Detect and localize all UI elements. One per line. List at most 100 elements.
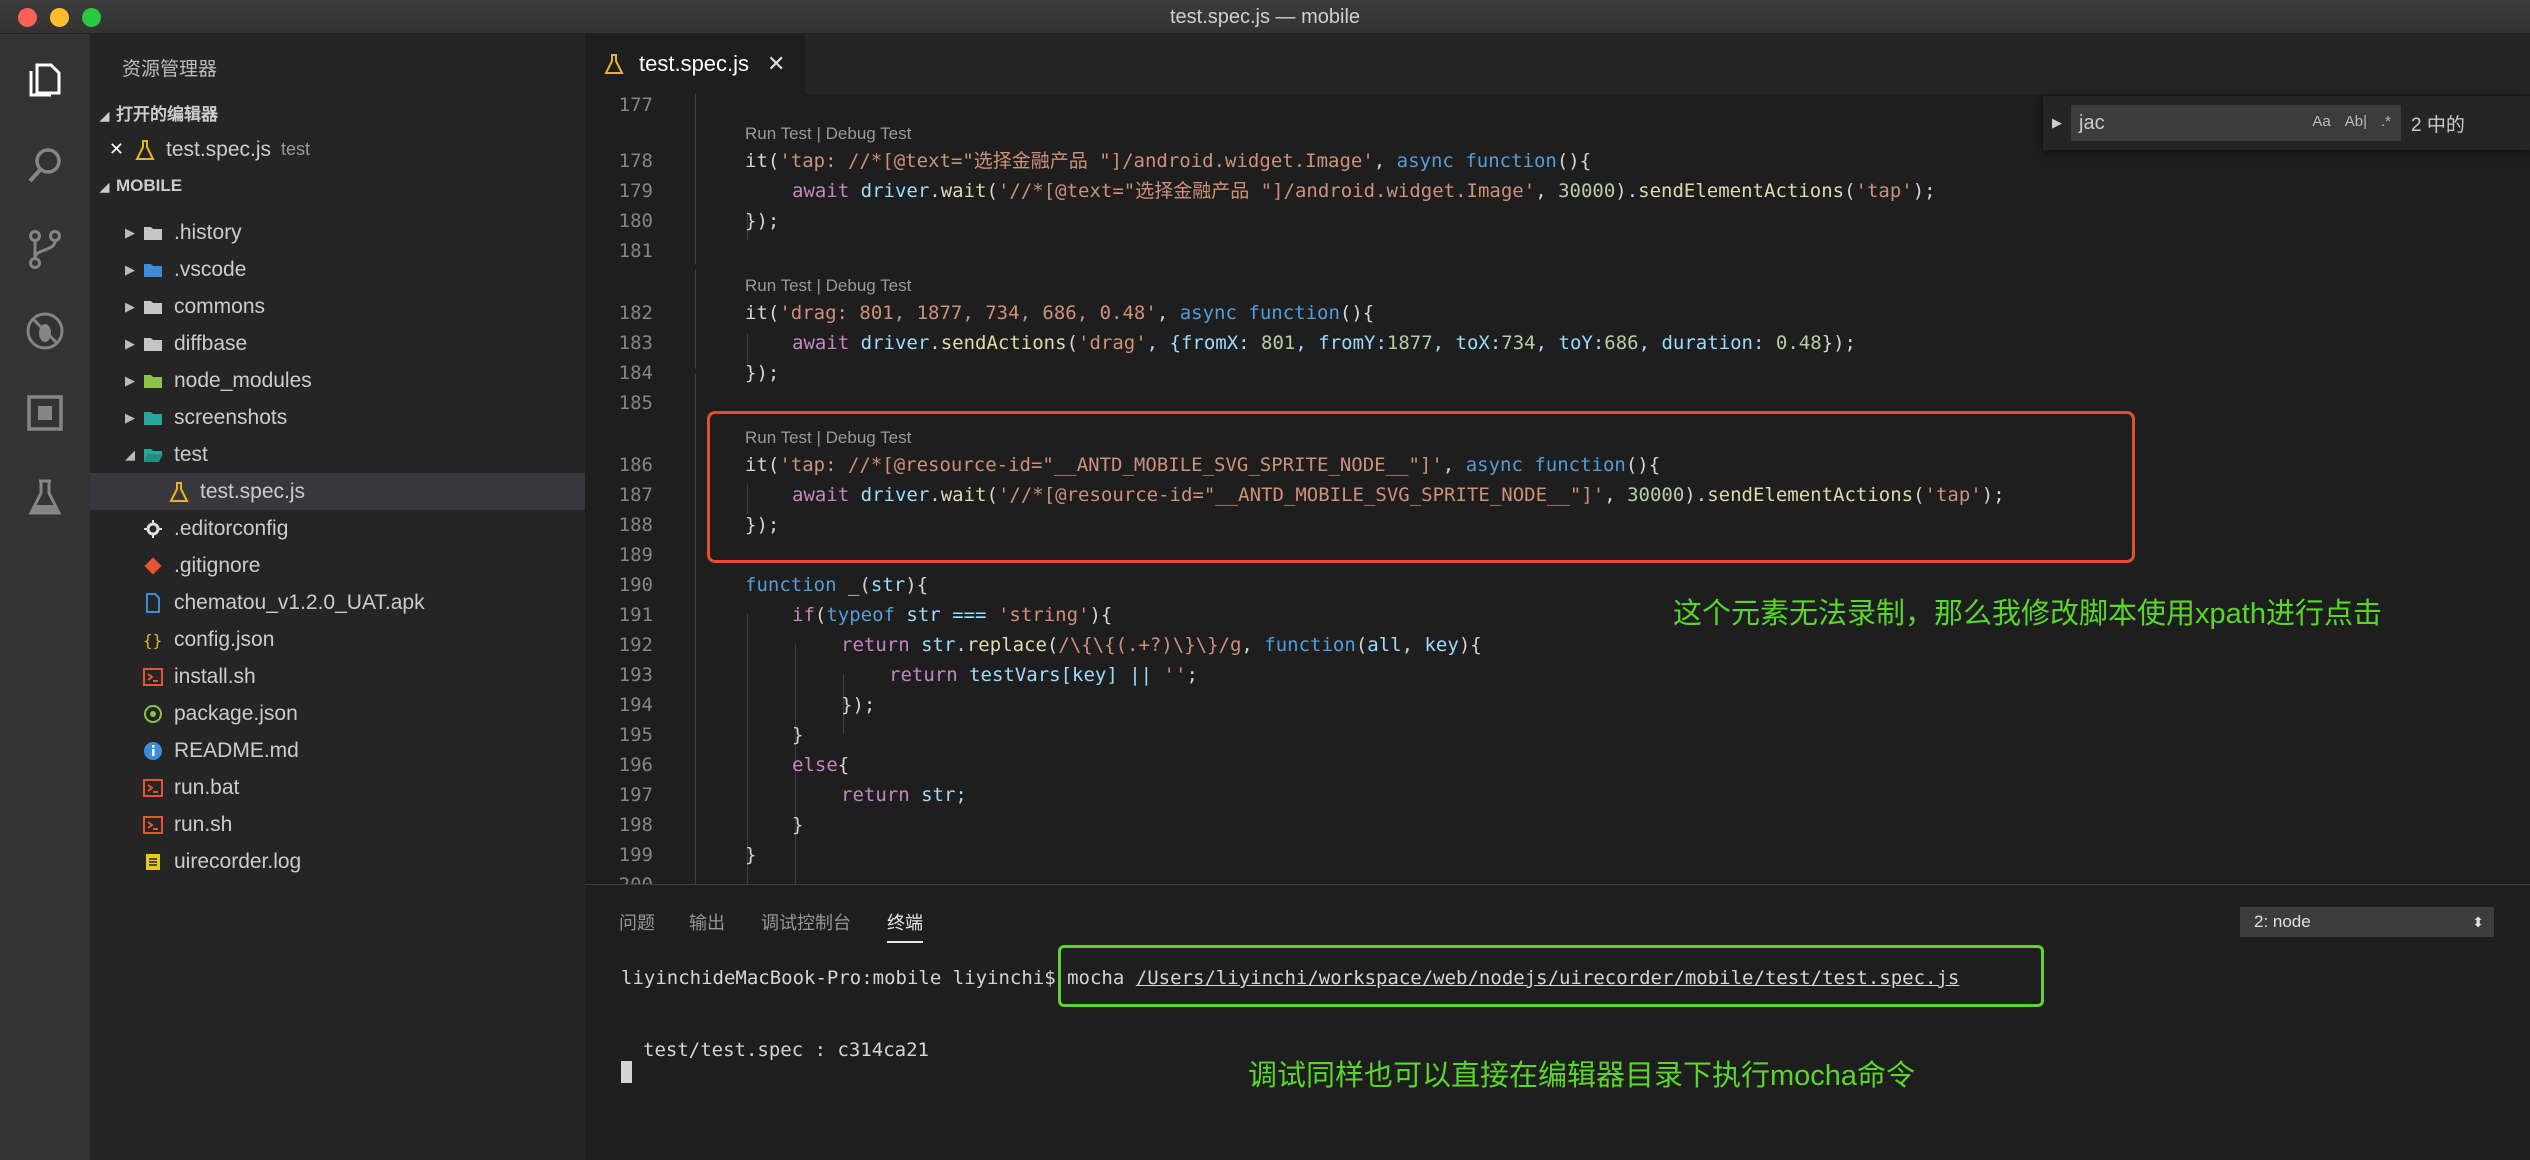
tree-item-vscode[interactable]: ▶ .vscode — [90, 251, 585, 288]
tree-item-package-json[interactable]: package.json — [90, 695, 585, 732]
flask-file-icon — [132, 137, 158, 163]
folder-open-icon — [140, 442, 166, 468]
tree-item-label: .gitignore — [174, 553, 261, 577]
tree-item-label: screenshots — [174, 405, 288, 429]
tree-item-test-spec-js[interactable]: test.spec.js — [90, 473, 585, 510]
gear-icon — [140, 516, 166, 542]
tab-close-icon[interactable]: ✕ — [767, 51, 785, 77]
window-title: test.spec.js — mobile — [1169, 6, 1361, 28]
tree-item-chematou-v1-2-0-uat-apk[interactable]: chematou_v1.2.0_UAT.apk — [90, 584, 585, 621]
tree-item-label: config.json — [174, 627, 275, 651]
terminal-icon — [140, 812, 166, 838]
code-line: 192 return str.replace(/\{\{(.+?)\}\}/g, … — [618, 634, 1482, 656]
expand-arrow-icon[interactable]: ▶ — [120, 373, 140, 389]
test-flask-icon[interactable] — [20, 472, 70, 522]
tree-item-label: chematou_v1.2.0_UAT.apk — [174, 590, 425, 614]
tab-problems[interactable]: 问题 — [619, 909, 655, 935]
tree-item-label: diffbase — [174, 331, 248, 355]
expand-arrow-icon[interactable]: ▶ — [120, 225, 140, 241]
code-line: 197 return str; — [618, 784, 967, 806]
debug-icon[interactable] — [20, 306, 70, 356]
tree-item-commons[interactable]: ▶ commons — [90, 288, 585, 325]
tree-item-node-modules[interactable]: ▶ node_modules — [90, 362, 585, 399]
tree-item-history[interactable]: ▶ .history — [90, 214, 585, 251]
find-input[interactable]: jac Aa Ab| .* — [2071, 105, 2401, 141]
open-editors-section[interactable]: ◢ 打开的编辑器 — [100, 100, 218, 125]
find-widget: ▶ jac Aa Ab| .* 2 中的 — [2043, 96, 2530, 150]
tree-item-uirecorder-log[interactable]: uirecorder.log — [90, 843, 585, 880]
tree-item-label: .history — [174, 220, 242, 244]
folder-icon — [140, 220, 166, 246]
code-line: 179 await driver.wait('//*[@text="选择金融产品 … — [618, 180, 1936, 202]
code-line: 194}); — [618, 694, 876, 716]
flask-icon — [166, 479, 192, 505]
expand-arrow-icon[interactable]: ◢ — [120, 447, 140, 463]
tree-item-screenshots[interactable]: ▶ screenshots — [90, 399, 585, 436]
svg-text:{}: {} — [143, 631, 162, 650]
tree-item-diffbase[interactable]: ▶ diffbase — [90, 325, 585, 362]
project-section[interactable]: ◢ MOBILE — [100, 176, 182, 196]
tree-item-label: uirecorder.log — [174, 849, 302, 873]
explorer-sidebar: 资源管理器 ◢ 打开的编辑器 ✕ test.spec.js test ◢ MOBIL… — [90, 34, 585, 1160]
code-line: 180}); — [618, 210, 780, 232]
flask-icon — [603, 53, 629, 75]
editor-tab-bar: test.spec.js ✕ — [585, 34, 2530, 94]
tree-item-test[interactable]: ◢ test — [90, 436, 585, 473]
tree-item-label: commons — [174, 294, 266, 318]
open-editor-name: test.spec.js — [166, 137, 272, 161]
match-word-toggle[interactable]: Ab| — [2345, 113, 2367, 130]
tree-item-gitignore[interactable]: .gitignore — [90, 547, 585, 584]
tab-output[interactable]: 输出 — [689, 909, 725, 935]
tab-test-spec[interactable]: test.spec.js ✕ — [585, 34, 805, 94]
match-case-toggle[interactable]: Aa — [2312, 113, 2330, 130]
tree-item-run-bat[interactable]: run.bat — [90, 769, 585, 806]
codelens-run-debug[interactable]: Run Test | Debug Test — [745, 274, 911, 298]
regex-toggle[interactable]: .* — [2381, 113, 2391, 130]
tree-item-config-json[interactable]: {} config.json — [90, 621, 585, 658]
tree-item-run-sh[interactable]: run.sh — [90, 806, 585, 843]
info-icon — [140, 738, 166, 764]
highlight-box-red — [707, 411, 2135, 563]
braces-icon: {} — [140, 627, 166, 653]
activity-bar — [0, 34, 90, 1160]
code-line: 178 it('tap: //*[@text="选择金融产品 "]/android… — [618, 150, 1592, 172]
code-line: 198} — [618, 814, 804, 836]
code-line: 195} — [618, 724, 804, 746]
code-line: 183 await driver.sendActions('drag', {fro… — [618, 332, 1856, 354]
code-line: 196 else{ — [618, 754, 850, 776]
terminal-select[interactable]: 2: node ⬍ — [2240, 907, 2494, 937]
tree-item-label: package.json — [174, 701, 298, 725]
terminal-icon — [140, 664, 166, 690]
tree-item-label: test — [174, 442, 208, 466]
terminal-output: test/test.spec : c314ca21 — [643, 1039, 929, 1061]
tree-item-readme-md[interactable]: README.md — [90, 732, 585, 769]
open-editor-item[interactable]: ✕ test.spec.js test — [90, 131, 585, 168]
explorer-icon[interactable] — [20, 54, 70, 104]
tree-item-label: .vscode — [174, 257, 247, 281]
tab-terminal[interactable]: 终端 — [887, 909, 923, 943]
find-replace-toggle[interactable]: ▶ — [2043, 115, 2071, 131]
npm-icon — [140, 701, 166, 727]
expand-arrow-icon[interactable]: ▶ — [120, 336, 140, 352]
tree-item-label: test.spec.js — [200, 479, 306, 503]
find-match-count: 2 中的 — [2411, 114, 2465, 136]
codelens-run-debug[interactable]: Run Test | Debug Test — [745, 122, 911, 146]
log-icon — [140, 849, 166, 875]
tree-item-label: node_modules — [174, 368, 312, 392]
extensions-icon[interactable] — [20, 388, 70, 438]
code-line: 184}); — [618, 362, 780, 384]
close-icon[interactable]: ✕ — [90, 139, 124, 160]
tree-item-editorconfig[interactable]: .editorconfig — [90, 510, 585, 547]
source-control-icon[interactable] — [20, 224, 70, 274]
expand-arrow-icon[interactable]: ▶ — [120, 262, 140, 278]
tab-label: test.spec.js — [639, 51, 750, 76]
title-bar: test.spec.js — mobile — [0, 0, 2530, 34]
tree-item-label: .editorconfig — [174, 516, 289, 540]
terminal-icon — [140, 775, 166, 801]
search-icon[interactable] — [20, 140, 70, 190]
expand-arrow-icon[interactable]: ▶ — [120, 410, 140, 426]
expand-arrow-icon[interactable]: ▶ — [120, 299, 140, 315]
open-editor-desc: test — [281, 139, 311, 159]
tab-debug-console[interactable]: 调试控制台 — [761, 909, 851, 935]
tree-item-install-sh[interactable]: install.sh — [90, 658, 585, 695]
